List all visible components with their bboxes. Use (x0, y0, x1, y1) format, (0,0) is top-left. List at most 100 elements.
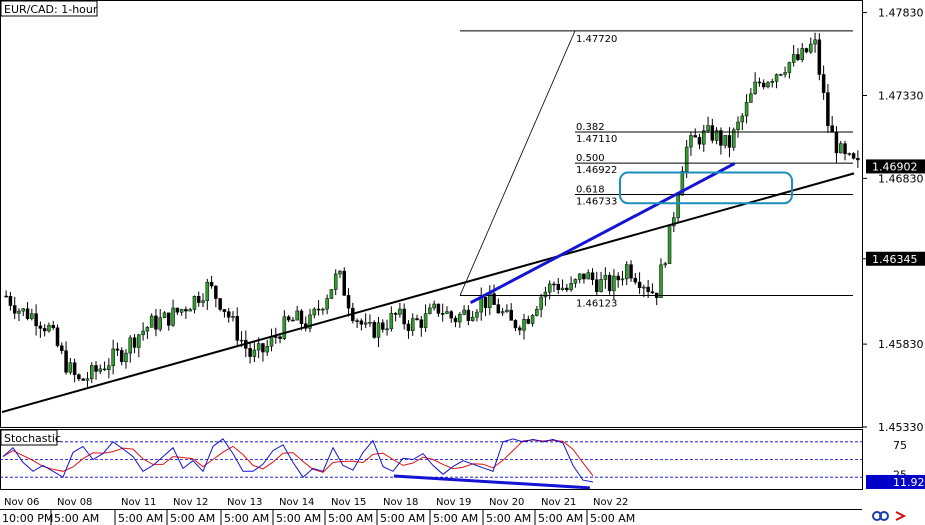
time-label: 5:00 AM (590, 512, 635, 525)
candle-body (124, 352, 128, 363)
symbol-label: EUR/CAD: 1-hour (4, 3, 98, 16)
date-label: Nov 15 (331, 497, 366, 508)
candle-body (509, 309, 513, 321)
candle-body (355, 320, 359, 322)
candle-body (834, 132, 839, 154)
candle-body (757, 81, 762, 84)
time-label: 5:00 AM (380, 512, 425, 525)
stoch-trendline (393, 474, 590, 490)
candle-body (175, 307, 180, 313)
candle-body (419, 319, 424, 328)
candle-body (547, 283, 552, 293)
time-label: 5:00 AM (170, 512, 215, 525)
candle-body (513, 320, 518, 329)
stochastic-label: Stochastic (4, 432, 61, 445)
price-axis: 1.47830 1.47330 1.46830 1.45830 1.45330 1.463… (862, 7, 925, 434)
candle-body (222, 309, 227, 312)
candle-body (30, 313, 34, 319)
candle-body (586, 272, 590, 280)
candle-body (398, 308, 402, 315)
candle-body (539, 296, 543, 310)
price-tick-label: 1.47830 (878, 7, 924, 20)
candle-body (595, 279, 599, 292)
candle-body (577, 273, 582, 280)
candle-body (60, 345, 64, 351)
candle-body (291, 319, 295, 322)
candle-body (214, 285, 218, 299)
candle-body (94, 365, 98, 372)
candle-body (179, 309, 184, 313)
candle-body (830, 125, 834, 133)
candle-body (809, 43, 813, 53)
date-label: Nov 21 (541, 497, 576, 508)
candle-body (543, 291, 548, 298)
candle-body (817, 39, 822, 75)
candle-body (466, 309, 471, 321)
candle-body (132, 337, 137, 348)
fib-price-label: 1.47110 (576, 134, 617, 145)
candle-body (102, 368, 107, 371)
time-label: 5:00 AM (276, 512, 321, 525)
marked-price-label: 1.46345 (872, 253, 918, 266)
candle-body (162, 312, 167, 318)
date-label: Nov 11 (121, 497, 156, 508)
candle-body (650, 291, 655, 294)
candle-body (248, 348, 252, 357)
date-label: Nov 08 (57, 497, 92, 508)
date-label: Nov 12 (173, 497, 208, 508)
time-label: 5:00 AM (118, 512, 163, 525)
candle-body (252, 349, 257, 357)
candle-body (642, 286, 646, 289)
candle-body (145, 327, 150, 332)
date-label: Nov 20 (489, 497, 524, 508)
candle-body (415, 318, 419, 320)
candle-body (624, 264, 629, 280)
candle-body (847, 153, 852, 155)
candle-body (436, 303, 441, 314)
time-axis: Nov 06 Nov 08 Nov 11 Nov 12 Nov 13 Nov 14 Nov … (2, 497, 635, 525)
candle-body (68, 362, 73, 373)
stochastic-lines (2, 438, 594, 490)
candle-body (295, 310, 299, 321)
candle-body (440, 313, 445, 315)
arrow-right-icon[interactable] (895, 511, 907, 521)
candle-body (115, 348, 120, 351)
candle-body (684, 146, 689, 172)
candle-body (813, 39, 817, 45)
candle-body (77, 374, 81, 380)
candle-body (590, 272, 595, 280)
candle-body (389, 313, 394, 330)
candle-body (423, 313, 428, 328)
candle-body (599, 279, 603, 292)
candle-body (72, 362, 77, 375)
candle-body (363, 322, 368, 325)
support-trendline (1, 172, 855, 414)
candle-body (137, 334, 141, 348)
link-icon[interactable] (872, 511, 889, 521)
candle-body (209, 281, 214, 287)
candle-body (458, 314, 462, 323)
time-label: 5:00 AM (538, 512, 583, 525)
candle-body (256, 343, 261, 351)
candle-body (218, 298, 222, 310)
candle-body (779, 74, 783, 76)
trendlines-group[interactable] (1, 162, 855, 414)
candle-body (38, 325, 43, 329)
candle-body (321, 308, 325, 311)
candle-body (740, 115, 745, 123)
fib-ratio-label: 0.382 (576, 122, 605, 133)
candle-body (753, 81, 757, 95)
candle-body (171, 307, 175, 326)
candle-body (697, 136, 702, 145)
candle-body (560, 287, 565, 290)
candle-body (12, 305, 17, 314)
time-label: 5:00 AM (328, 512, 373, 525)
candle-body (633, 277, 638, 283)
candle-body (483, 296, 488, 308)
candle-body (706, 125, 710, 131)
candle-body (201, 300, 205, 303)
candles-group (4, 32, 860, 387)
candle-body (312, 308, 317, 316)
candle-body (710, 125, 715, 141)
candle-body (21, 308, 26, 312)
